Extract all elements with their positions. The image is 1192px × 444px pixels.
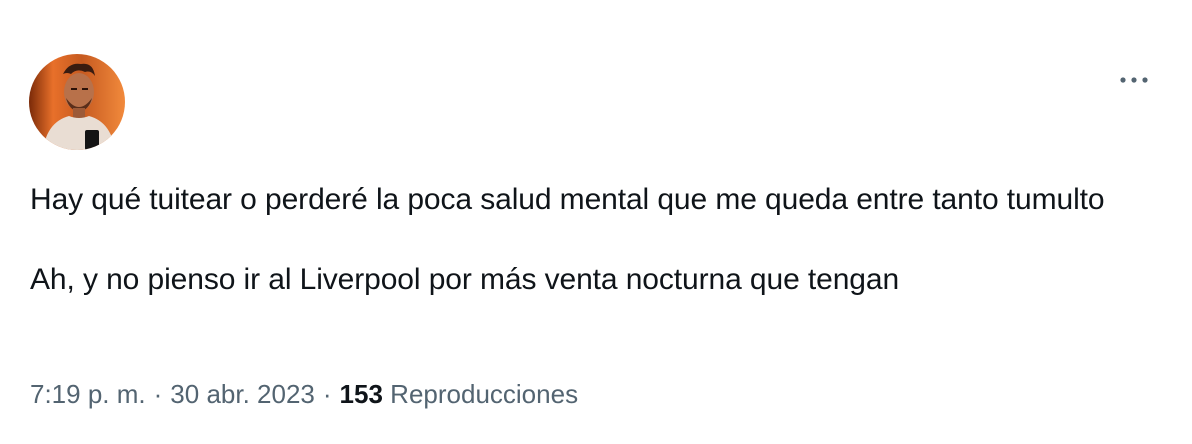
views-label[interactable]: Reproducciones (390, 379, 578, 409)
meta-separator: · (322, 379, 332, 409)
avatar[interactable] (29, 54, 125, 150)
views-count: 153 (339, 379, 383, 409)
tweet-date[interactable]: 30 abr. 2023 (170, 379, 315, 409)
more-options-button[interactable] (1114, 64, 1154, 96)
avatar-photo (29, 54, 125, 150)
more-horizontal-icon (1120, 77, 1148, 83)
tweet-paragraph: Ah, y no pienso ir al Liverpool por más … (30, 263, 900, 296)
tweet-time[interactable]: 7:19 p. m. (30, 379, 146, 409)
tweet-card: Hay qué tuitear o perderé la poca salud … (0, 0, 1192, 444)
tweet-paragraph: Hay qué tuitear o perderé la poca salud … (30, 183, 1105, 216)
tweet-meta: 7:19 p. m. · 30 abr. 2023 · 153 Reproduccion… (30, 374, 578, 414)
meta-separator: · (153, 379, 163, 409)
tweet-text: Hay qué tuitear o perderé la poca salud … (30, 180, 1130, 300)
